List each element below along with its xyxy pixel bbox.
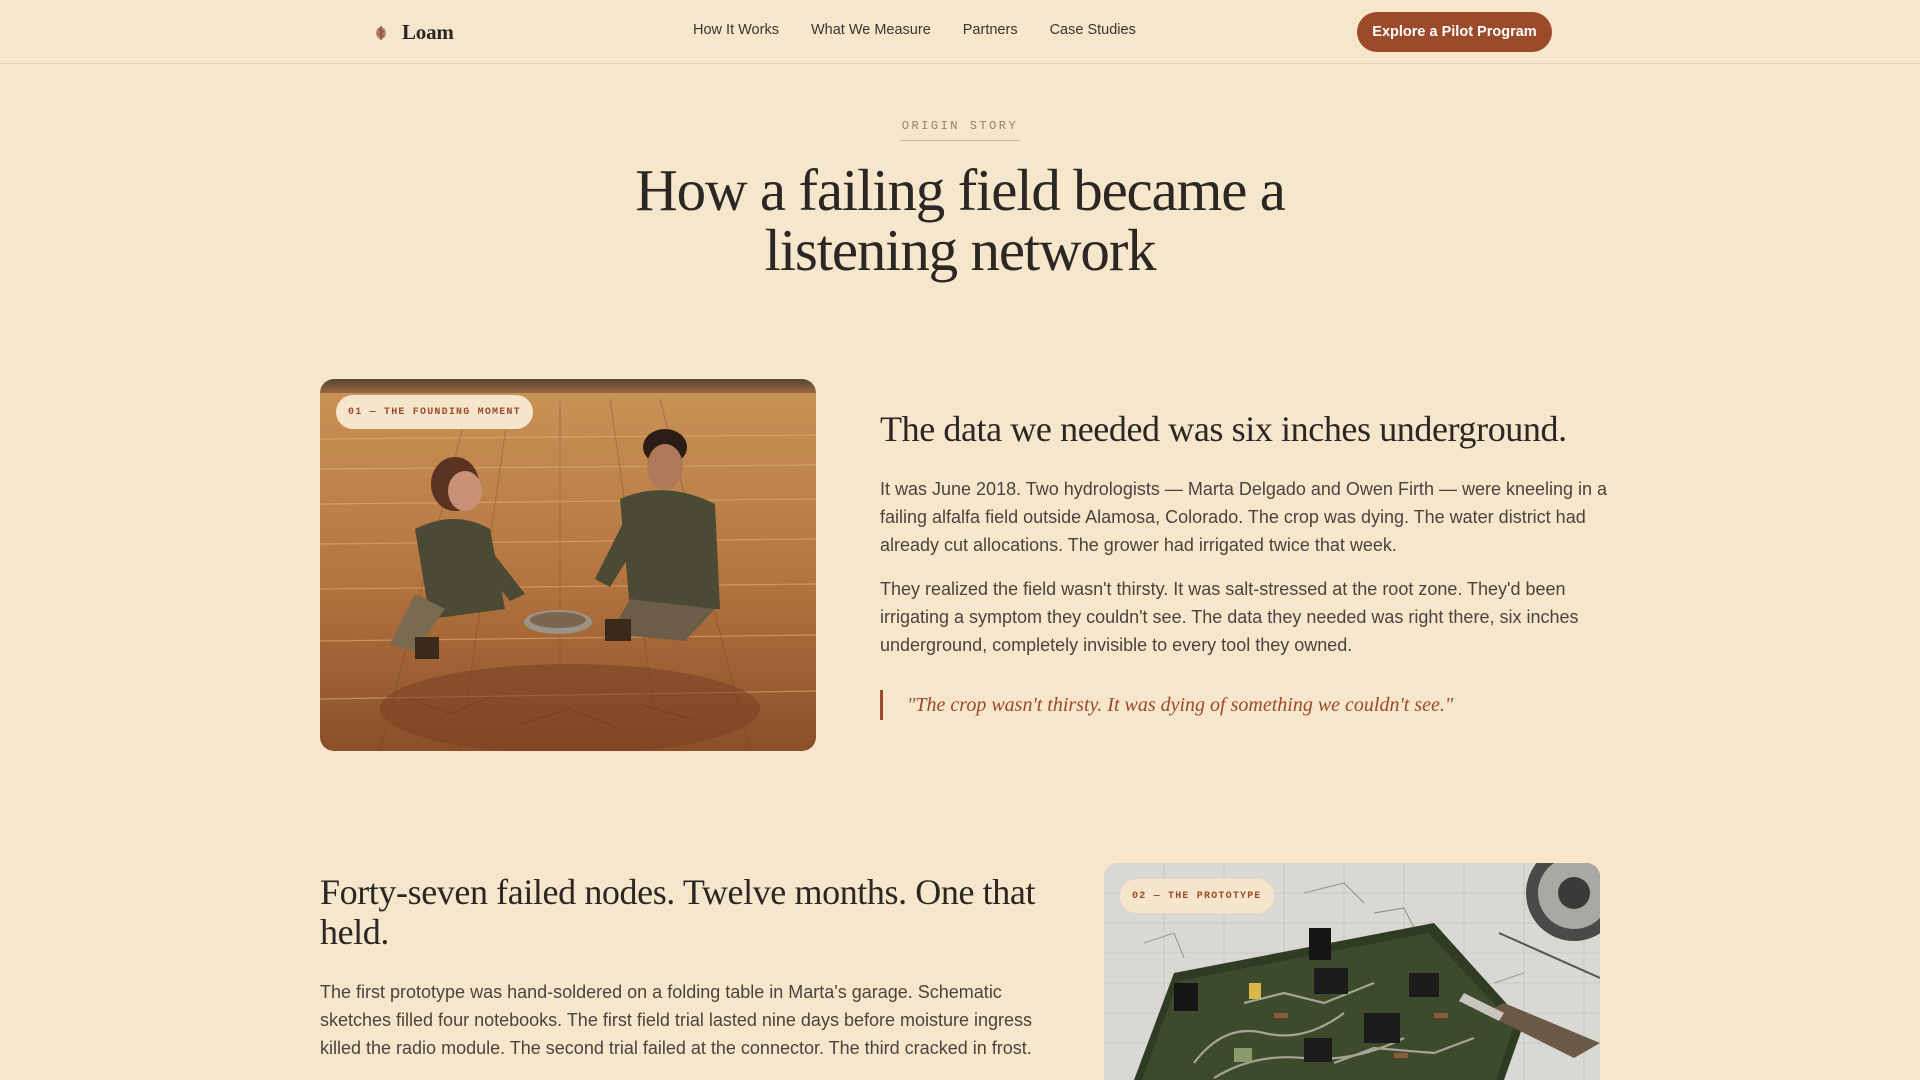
founding-moment-chip: 01 — THE FOUNDING MOMENT	[336, 395, 533, 429]
founding-moment-paragraph-1: It was June 2018. Two hydrologists — Mar…	[880, 479, 1608, 555]
sprout-icon	[376, 26, 386, 40]
founder-quote: "The crop wasn't thirsty. It was dying o…	[880, 690, 1600, 720]
brand-logo-link[interactable]: Loam	[372, 18, 454, 46]
founding-moment-photo: 01 — THE FOUNDING MOMENT	[320, 379, 816, 751]
prototype-paragraph-1: The first prototype was hand-soldered on…	[320, 982, 1033, 1058]
explore-pilot-program-button[interactable]: Explore a Pilot Program	[1357, 12, 1552, 52]
founding-moment-paragraph-2: They realized the field wasn't thirsty. …	[880, 579, 1579, 655]
section-eyebrow: ORIGIN STORY	[899, 117, 1021, 141]
prototype-chip: 02 — THE PROTOTYPE	[1120, 879, 1274, 913]
nav-links: How It Works What We Measure Partners Ca…	[693, 22, 1136, 38]
field-scene-illustration	[320, 379, 816, 751]
nav-link-case-studies[interactable]: Case Studies	[1050, 22, 1136, 38]
top-navigation: Loam How It Works What We Measure Partne…	[0, 0, 1920, 64]
brand-name: Loam	[402, 19, 454, 44]
nav-link-what-we-measure[interactable]: What We Measure	[811, 22, 931, 38]
founding-moment-headline: The data we needed was six inches underg…	[880, 409, 1567, 449]
prototype-headline: Forty-seven failed nodes. Twelve months.…	[320, 872, 1036, 952]
page-title: How a failing field became a listening n…	[635, 157, 1286, 283]
eyebrow-wrapper: ORIGIN STORY	[0, 116, 1920, 141]
nav-link-how-it-works[interactable]: How It Works	[693, 22, 779, 38]
nav-link-partners[interactable]: Partners	[963, 22, 1018, 38]
prototype-photo: 02 — THE PROTOTYPE	[1104, 863, 1600, 1080]
